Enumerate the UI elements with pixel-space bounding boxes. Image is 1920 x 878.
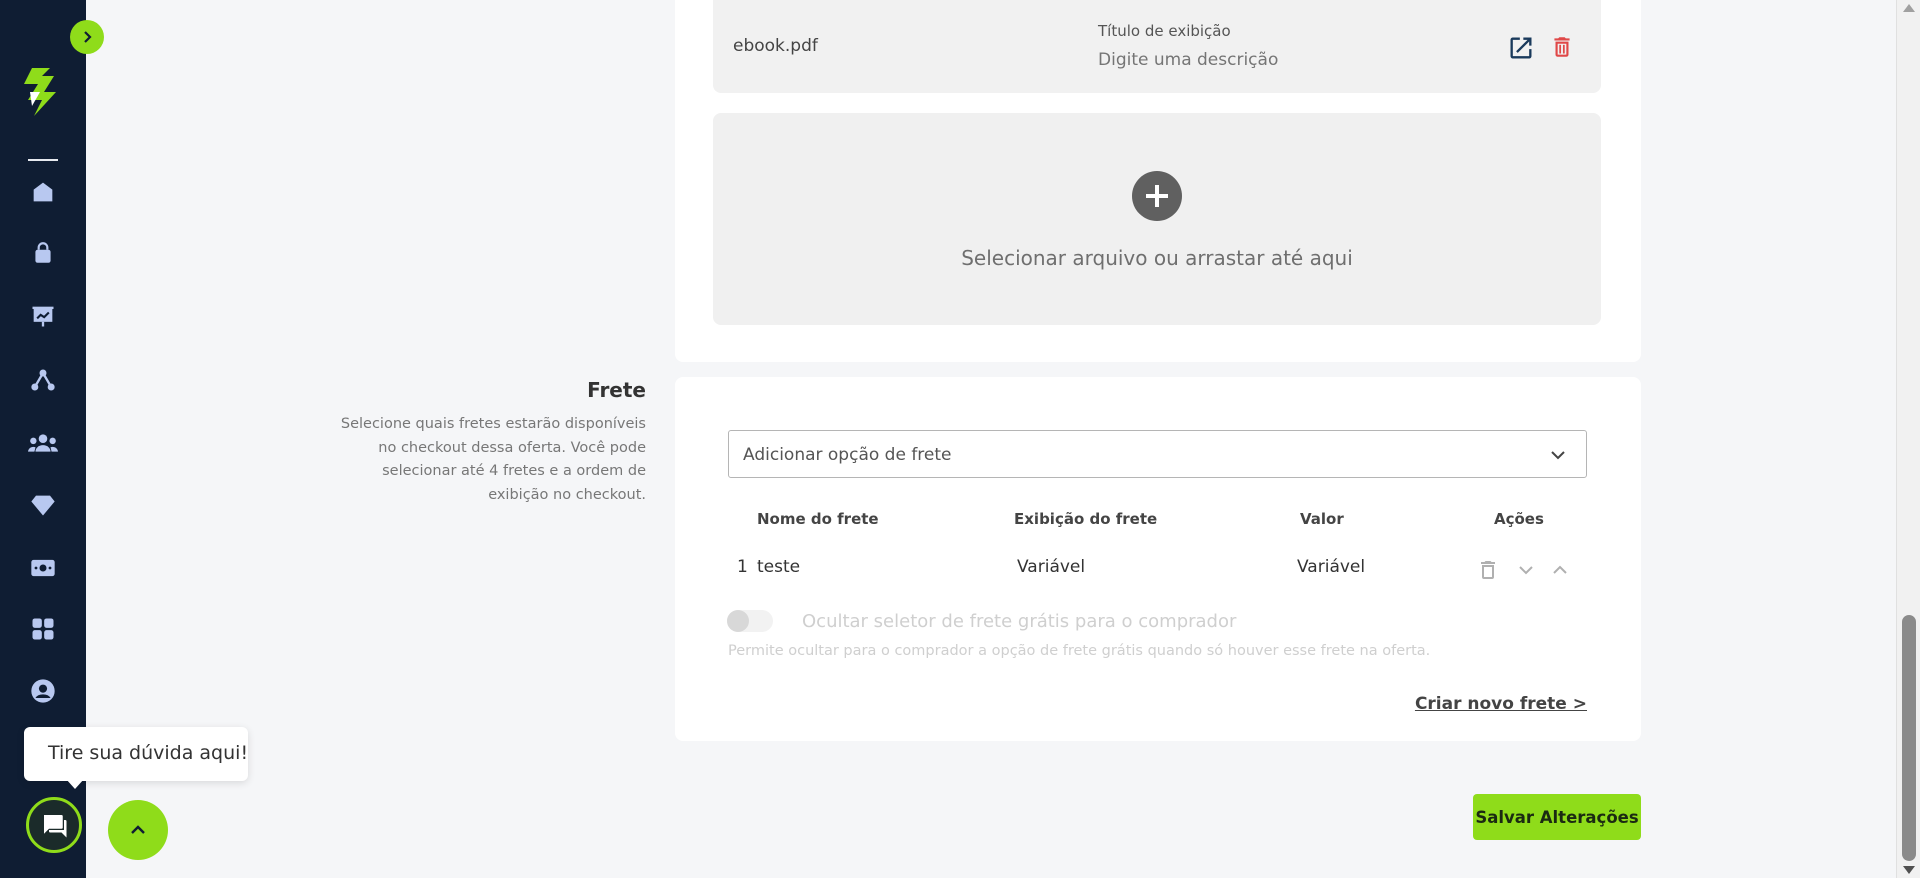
home-icon[interactable] [27,176,59,208]
create-shipping-link[interactable]: Criar novo frete > [1415,694,1587,714]
page-scrollbar[interactable] [1896,0,1920,878]
open-external-icon[interactable] [1507,34,1535,62]
chevron-up-icon [131,825,145,834]
chat-button[interactable] [26,797,82,853]
row-name: teste [757,557,801,577]
shipping-section-description: Selecione quais fretes estarão disponíve… [340,416,646,503]
dropzone-text: Selecionar arquivo ou arrastar até aqui [961,246,1353,270]
file-row: ebook.pdf Título de exibição [713,0,1601,93]
scroll-thumb[interactable] [1902,615,1916,861]
toggle-knob [727,610,749,632]
column-header-name: Nome do frete [757,510,879,528]
display-title-input[interactable] [1098,50,1398,70]
row-index: 1 [737,557,748,577]
delete-file-icon[interactable] [1549,33,1575,61]
scroll-to-top-button[interactable] [108,800,168,860]
display-title-label: Título de exibição [1098,22,1231,40]
shipping-section-title: Frete [587,378,646,402]
hide-free-shipping-label: Ocultar seletor de frete grátis para o c… [802,611,1237,632]
column-header-display: Exibição do frete [1014,510,1158,528]
hide-free-shipping-toggle[interactable] [727,610,773,632]
scroll-up-arrow[interactable] [1903,4,1915,12]
tooltip-arrow [66,779,84,789]
move-down-icon[interactable] [1514,558,1538,582]
row-display: Variável [1017,557,1086,577]
shopping-bag-icon[interactable] [27,237,59,269]
help-tooltip-text: Tire sua dúvida aqui! [48,742,249,764]
help-tooltip: Tire sua dúvida aqui! [24,727,249,789]
delete-shipping-icon[interactable] [1476,558,1500,582]
add-file-icon[interactable] [1132,171,1182,221]
column-header-actions: Ações [1494,510,1544,528]
sidebar-divider [28,159,58,161]
save-changes-button[interactable]: Salvar Alterações [1473,794,1641,840]
scroll-down-arrow[interactable] [1903,866,1915,874]
chevron-right-icon [84,31,92,43]
brand-logo[interactable] [20,66,64,118]
hide-free-shipping-help: Permite ocultar para o comprador a opção… [728,643,1431,659]
account-circle-icon[interactable] [27,675,59,707]
add-shipping-select-value: Adicionar opção de frete [743,445,952,465]
file-dropzone[interactable]: Selecionar arquivo ou arrastar até aqui [713,113,1601,325]
diamond-icon[interactable] [27,489,59,521]
move-up-icon[interactable] [1548,558,1572,582]
row-value: Variável [1297,557,1366,577]
chat-icon [44,815,67,838]
add-shipping-select[interactable]: Adicionar opção de frete [728,430,1587,478]
team-icon[interactable] [27,427,59,459]
chevron-down-icon [1551,451,1565,460]
money-icon[interactable] [27,552,59,584]
apps-grid-icon[interactable] [27,613,59,645]
column-header-value: Valor [1300,510,1344,528]
presentation-chart-icon[interactable] [27,300,59,332]
file-name: ebook.pdf [733,36,818,56]
affiliate-network-icon[interactable] [27,364,59,396]
expand-sidebar-button[interactable] [70,20,104,54]
